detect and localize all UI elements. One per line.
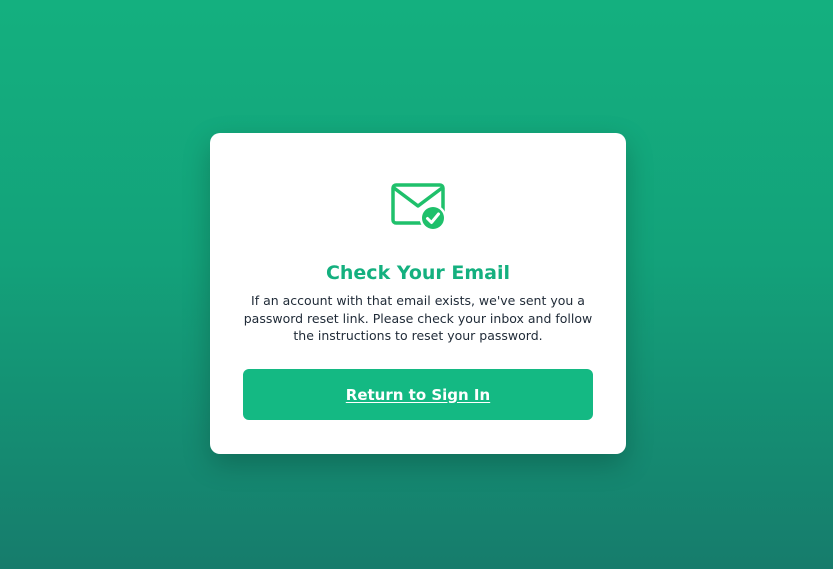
page-title: Check Your Email: [325, 262, 511, 284]
return-to-sign-in-button[interactable]: Return to Sign In: [243, 369, 593, 420]
confirmation-card: Check Your Email If an account with that…: [210, 133, 626, 454]
envelope-check-icon: [391, 183, 447, 233]
confirmation-message: If an account with that email exists, we…: [243, 293, 593, 343]
